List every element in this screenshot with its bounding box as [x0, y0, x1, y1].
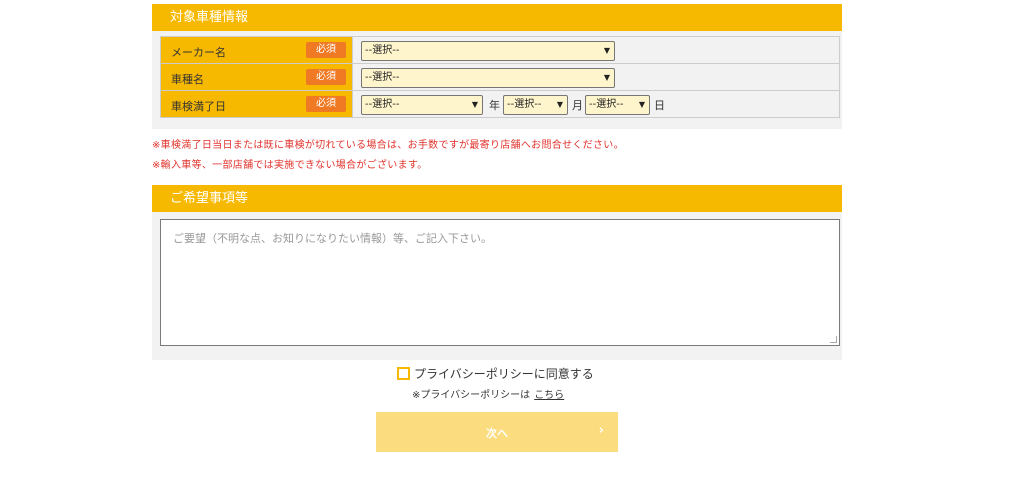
chevron-down-icon: ▼: [603, 46, 610, 55]
resize-grip-icon[interactable]: [830, 336, 837, 343]
year-select-value: --選択--: [365, 99, 400, 110]
inspection-expiry-note: ※車検満了日当日または既に車検が切れている場合は、お手数ですが最寄り店舗へお問合…: [152, 140, 624, 151]
privacy-policy-note: ※プライバシーポリシーは こちら: [412, 386, 564, 401]
chevron-right-icon: ›: [598, 423, 604, 438]
section-header-requests: ご希望事項等: [152, 185, 842, 212]
table-row: 車検満了日 必須 --選択-- ▼ 年 --選択-- ▼ 月 --選択-- ▼: [160, 90, 840, 118]
maker-value-cell: --選択-- ▼: [352, 36, 840, 64]
inspection-date-value-cell: --選択-- ▼ 年 --選択-- ▼ 月 --選択-- ▼ 日: [352, 90, 840, 118]
year-unit: 年: [489, 99, 500, 112]
model-value-cell: --選択-- ▼: [352, 63, 840, 91]
year-select[interactable]: --選択-- ▼: [361, 95, 483, 115]
month-select[interactable]: --選択-- ▼: [503, 95, 568, 115]
model-label: 車種名: [171, 73, 204, 86]
maker-select[interactable]: --選択-- ▼: [361, 41, 615, 61]
requests-panel: ご要望（不明な点、お知りになりたい情報）等、ご記入下さい。: [152, 212, 842, 360]
day-select-value: --選択--: [589, 99, 624, 110]
vehicle-info-panel: メーカー名 必須 --選択-- ▼ 車種名 必須 --選択-- ▼ 車検満了日 …: [152, 31, 842, 129]
day-select[interactable]: --選択-- ▼: [585, 95, 650, 115]
next-button[interactable]: 次へ ›: [376, 412, 618, 452]
vehicle-info-table: メーカー名 必須 --選択-- ▼ 車種名 必須 --選択-- ▼ 車検満了日 …: [160, 36, 840, 118]
model-select[interactable]: --選択-- ▼: [361, 68, 615, 88]
required-badge: 必須: [306, 42, 346, 58]
month-select-value: --選択--: [507, 99, 542, 110]
requests-textarea-placeholder: ご要望（不明な点、お知りになりたい情報）等、ご記入下さい。: [173, 232, 492, 245]
chevron-down-icon: ▼: [638, 100, 645, 109]
inspection-date-label: 車検満了日: [171, 100, 226, 113]
maker-label-cell: メーカー名 必須: [160, 36, 353, 64]
table-row: 車種名 必須 --選択-- ▼: [160, 63, 840, 91]
chevron-down-icon: ▼: [603, 73, 610, 82]
privacy-agree-checkbox[interactable]: [397, 367, 410, 380]
model-select-value: --選択--: [365, 72, 400, 83]
privacy-agree-label[interactable]: プライバシーポリシーに同意する: [414, 365, 594, 382]
imported-car-note: ※輸入車等、一部店舗では実施できない場合がございます。: [152, 160, 428, 171]
next-button-label: 次へ: [486, 427, 508, 440]
privacy-policy-link[interactable]: こちら: [534, 390, 564, 401]
table-row: メーカー名 必須 --選択-- ▼: [160, 36, 840, 64]
inspection-date-label-cell: 車検満了日 必須: [160, 90, 353, 118]
month-unit: 月: [572, 99, 583, 112]
maker-select-value: --選択--: [365, 45, 400, 56]
required-badge: 必須: [306, 69, 346, 85]
model-label-cell: 車種名 必須: [160, 63, 353, 91]
chevron-down-icon: ▼: [471, 100, 478, 109]
chevron-down-icon: ▼: [556, 100, 563, 109]
privacy-policy-note-text: ※プライバシーポリシーは: [412, 390, 531, 401]
maker-label: メーカー名: [171, 46, 226, 59]
section-header-vehicle-info: 対象車種情報: [152, 4, 842, 31]
required-badge: 必須: [306, 96, 346, 112]
day-unit: 日: [654, 99, 665, 112]
requests-textarea[interactable]: ご要望（不明な点、お知りになりたい情報）等、ご記入下さい。: [160, 219, 840, 346]
